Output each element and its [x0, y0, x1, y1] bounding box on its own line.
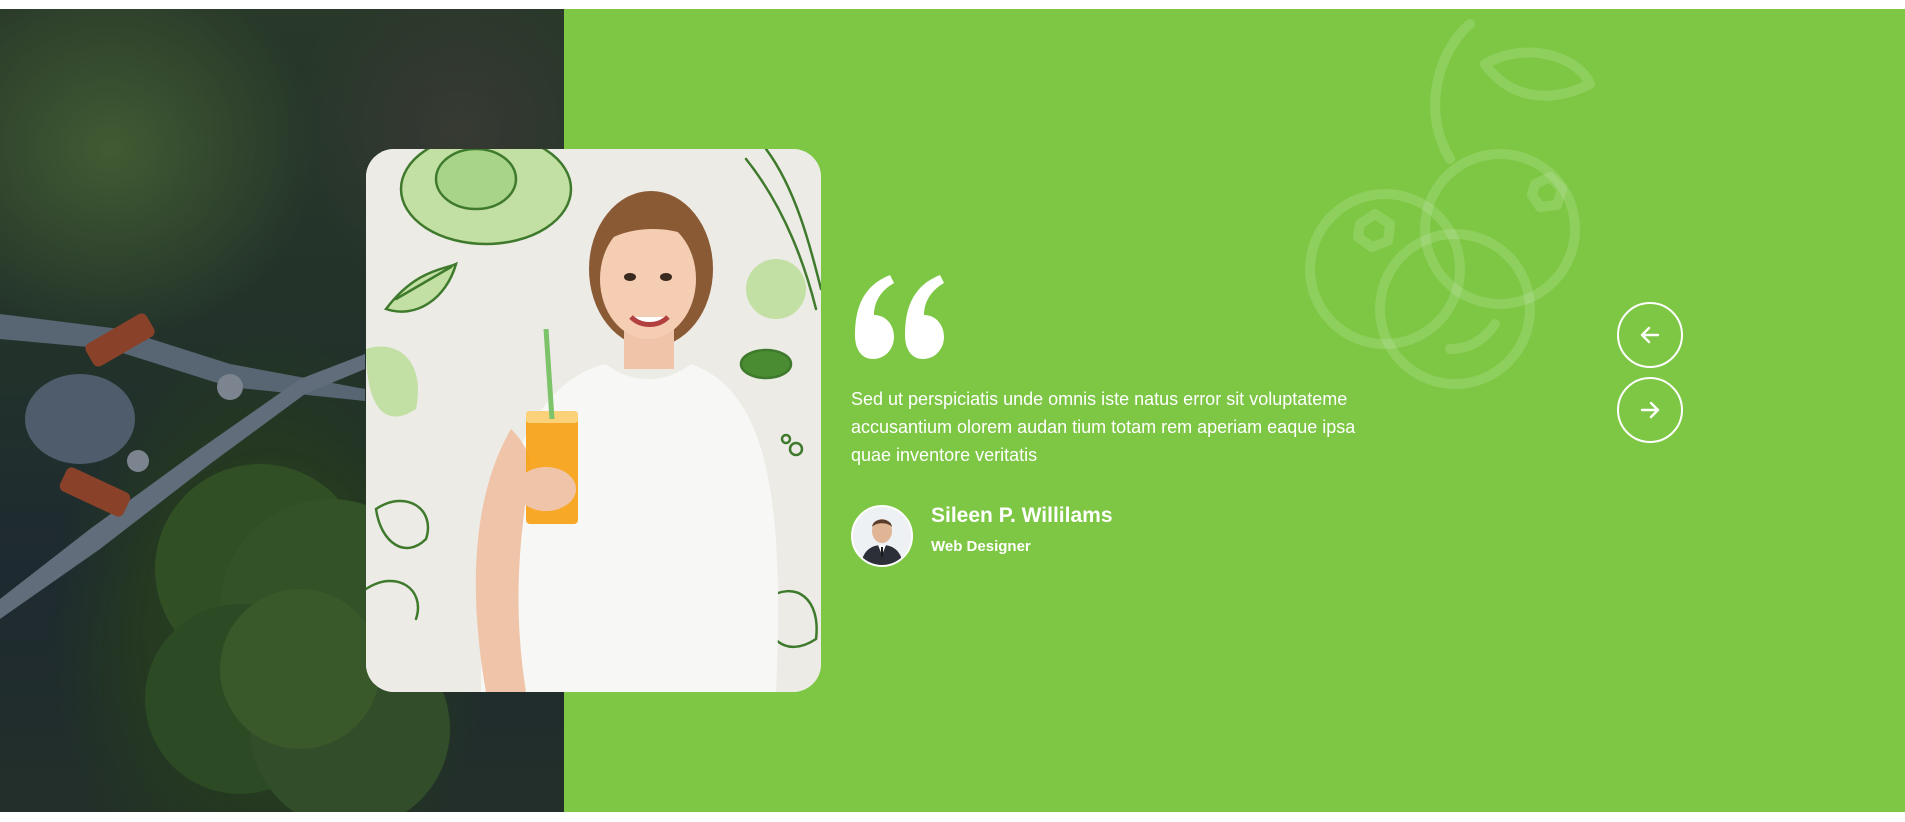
- testimonial-section: Sed ut perspiciatis unde omnis iste natu…: [0, 9, 1905, 812]
- woman-with-juice-photo: [366, 149, 821, 692]
- avatar-photo: [853, 507, 911, 565]
- arrow-left-icon: [1640, 326, 1660, 344]
- arrow-right-icon: [1640, 401, 1660, 419]
- author-name: Sileen P. Willilams: [931, 504, 1113, 527]
- fruit-outline-icon: [1305, 19, 1595, 389]
- slider-prev-button[interactable]: [1617, 302, 1683, 368]
- testimonial-portrait-image: [366, 149, 821, 692]
- author-avatar: [851, 505, 913, 567]
- quote-open-icon: [855, 275, 944, 359]
- author-role: Web Designer: [931, 538, 1031, 555]
- slider-next-button[interactable]: [1617, 377, 1683, 443]
- testimonial-quote-text: Sed ut perspiciatis unde omnis iste natu…: [851, 389, 1356, 465]
